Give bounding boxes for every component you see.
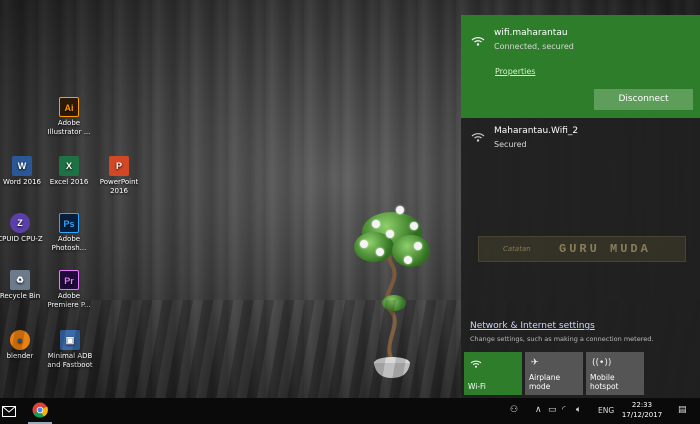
- active-network-status: Connected, secured: [494, 42, 574, 51]
- desktop-icon-blender[interactable]: ● blender: [0, 330, 45, 361]
- network-name: Maharantau.Wifi_2: [494, 126, 579, 136]
- hotspot-icon: ((•)): [592, 358, 612, 368]
- wifi-icon: [470, 358, 482, 371]
- wifi-tile-label: Wi-Fi: [468, 382, 486, 391]
- watermark-prefix: Catatan: [503, 245, 531, 253]
- excel-icon: X: [59, 156, 79, 176]
- desktop-icon-label: Adobe Premiere P...: [47, 292, 91, 309]
- wifi-tile[interactable]: Wi-Fi: [464, 352, 522, 395]
- airplane-icon: ✈: [531, 358, 539, 368]
- network-status: Secured: [494, 140, 527, 149]
- powerpoint-icon: P: [109, 156, 129, 176]
- chevron-up-icon[interactable]: ∧: [535, 405, 542, 415]
- desktop-icon-excel[interactable]: X Excel 2016: [44, 156, 94, 187]
- photoshop-icon: Ps: [59, 213, 79, 233]
- chrome-icon: [32, 402, 48, 418]
- taskbar: ⚇ ∧ ▭ ◜ 🔈︎ ENG 22:33 17/12/2017 ▤: [0, 398, 700, 424]
- desktop-icon-premiere[interactable]: Pr Adobe Premiere P...: [44, 270, 94, 310]
- network-settings-description: Change settings, such as making a connec…: [470, 335, 654, 343]
- volume-icon[interactable]: 🔈︎: [576, 405, 581, 415]
- bonsai-plant-image: [352, 200, 432, 380]
- word-icon: W: [12, 156, 32, 176]
- desktop-icon-word[interactable]: W Word 2016: [0, 156, 47, 187]
- airplane-mode-tile-label: Airplane mode: [529, 373, 561, 391]
- wifi-icon: [471, 37, 485, 46]
- disconnect-button[interactable]: Disconnect: [594, 89, 693, 110]
- network-item[interactable]: Maharantau.Wifi_2 Secured: [461, 121, 700, 157]
- mobile-hotspot-tile[interactable]: ((•)) Mobile hotspot: [586, 352, 644, 395]
- wifi-tray-icon[interactable]: ◜: [562, 405, 566, 415]
- desktop-icon-label: Adobe Illustrator ...: [47, 119, 91, 136]
- wifi-secured-icon: [471, 133, 485, 142]
- desktop-icon-label: Minimal ADB and Fastboot: [47, 352, 93, 369]
- language-indicator[interactable]: ENG: [598, 406, 614, 415]
- airplane-mode-tile[interactable]: ✈ Airplane mode: [525, 352, 583, 395]
- desktop-icon-label: PowerPoint 2016: [99, 178, 139, 195]
- active-network-item[interactable]: wifi.maharantau Connected, secured Prope…: [461, 15, 700, 118]
- clock-date: 17/12/2017: [621, 411, 663, 419]
- desktop-icon-label: Word 2016: [2, 178, 42, 186]
- desktop-icon-powerpoint[interactable]: P PowerPoint 2016: [94, 156, 144, 196]
- properties-link[interactable]: Properties: [495, 67, 535, 76]
- desktop-icon-label: CPUID CPU-Z: [0, 235, 43, 243]
- watermark-title: GURU MUDA: [559, 242, 651, 256]
- action-center-icon[interactable]: ▤: [678, 405, 687, 415]
- clock-time: 22:33: [631, 401, 653, 409]
- desktop-icon-cpuz[interactable]: Z CPUID CPU-Z: [0, 213, 45, 244]
- desktop-icon-adb[interactable]: ▣ Minimal ADB and Fastboot: [44, 330, 96, 370]
- desktop-icon-label: Recycle Bin: [0, 292, 41, 300]
- battery-icon[interactable]: ▭: [548, 405, 557, 415]
- desktop-icon-label: Adobe Photosh...: [51, 235, 87, 252]
- watermark-logo: Catatan GURU MUDA: [478, 236, 686, 262]
- desktop-icon-illustrator[interactable]: Ai Adobe Illustrator ...: [44, 97, 94, 137]
- desktop-icon-recycle-bin[interactable]: ♻ Recycle Bin: [0, 270, 45, 301]
- illustrator-icon: Ai: [59, 97, 79, 117]
- desktop-icon-label: Excel 2016: [49, 178, 89, 186]
- network-flyout: wifi.maharantau Connected, secured Prope…: [461, 15, 700, 398]
- mobile-hotspot-tile-label: Mobile hotspot: [590, 373, 619, 391]
- premiere-icon: Pr: [59, 270, 79, 290]
- adb-icon: ▣: [60, 330, 80, 350]
- desktop-icon-label: blender: [6, 352, 34, 360]
- active-network-name: wifi.maharantau: [494, 28, 568, 38]
- chrome-taskbar-button[interactable]: [28, 398, 52, 424]
- recycle-bin-icon: ♻: [10, 270, 30, 290]
- start-button[interactable]: [0, 398, 20, 424]
- desktop-icon-photoshop[interactable]: Ps Adobe Photosh...: [44, 213, 94, 253]
- network-settings-link[interactable]: Network & Internet settings: [470, 321, 595, 331]
- envelope-icon: [2, 406, 16, 417]
- clock[interactable]: 22:33 17/12/2017: [620, 400, 664, 420]
- people-icon[interactable]: ⚇: [510, 405, 518, 415]
- blender-icon: ●: [10, 330, 30, 350]
- cpuz-icon: Z: [10, 213, 30, 233]
